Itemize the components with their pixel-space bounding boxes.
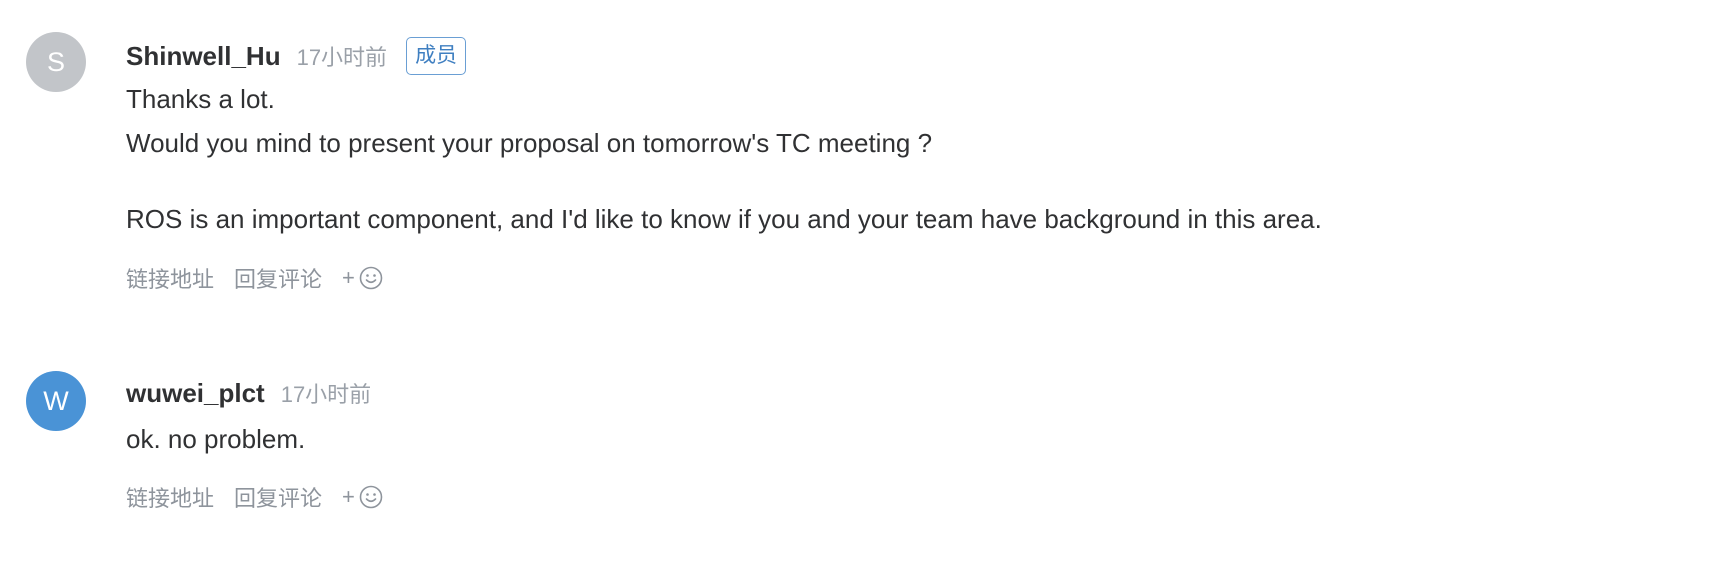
member-badge: 成员 bbox=[406, 37, 467, 75]
link-address-button[interactable]: 链接地址 bbox=[126, 262, 214, 294]
reply-comment-button[interactable]: 回复评论 bbox=[234, 262, 322, 294]
author-name[interactable]: Shinwell_Hu bbox=[126, 41, 281, 72]
comment-text-line: ROS is an important component, and I'd l… bbox=[126, 204, 1322, 234]
smiley-icon bbox=[359, 266, 383, 290]
comment-actions: 链接地址 回复评论 + bbox=[126, 481, 383, 513]
add-reaction-button[interactable]: + bbox=[342, 484, 383, 510]
reply-comment-button[interactable]: 回复评论 bbox=[234, 481, 322, 513]
avatar-letter: S bbox=[46, 47, 65, 77]
plus-icon: + bbox=[342, 265, 355, 290]
comment-header: wuwei_plct 17小时前 bbox=[126, 377, 371, 409]
avatar-letter: W bbox=[43, 386, 69, 416]
comment-text-line: Thanks a lot. bbox=[126, 84, 275, 114]
comment-time: 17小时前 bbox=[296, 45, 388, 70]
smiley-icon bbox=[359, 485, 383, 509]
plus-icon: + bbox=[342, 484, 355, 509]
comment-actions: 链接地址 回复评论 + bbox=[126, 262, 383, 294]
avatar[interactable]: W bbox=[26, 371, 86, 431]
comment-text-line: ok. no problem. bbox=[126, 424, 306, 454]
comment-header: Shinwell_Hu 17小时前 成员 bbox=[126, 37, 467, 75]
add-reaction-button[interactable]: + bbox=[342, 265, 383, 291]
comment-time: 17小时前 bbox=[280, 382, 372, 407]
link-address-button[interactable]: 链接地址 bbox=[126, 481, 214, 513]
comment-text-line: Would you mind to present your proposal … bbox=[126, 128, 933, 158]
author-name[interactable]: wuwei_plct bbox=[126, 378, 265, 409]
avatar[interactable]: S bbox=[26, 32, 86, 92]
